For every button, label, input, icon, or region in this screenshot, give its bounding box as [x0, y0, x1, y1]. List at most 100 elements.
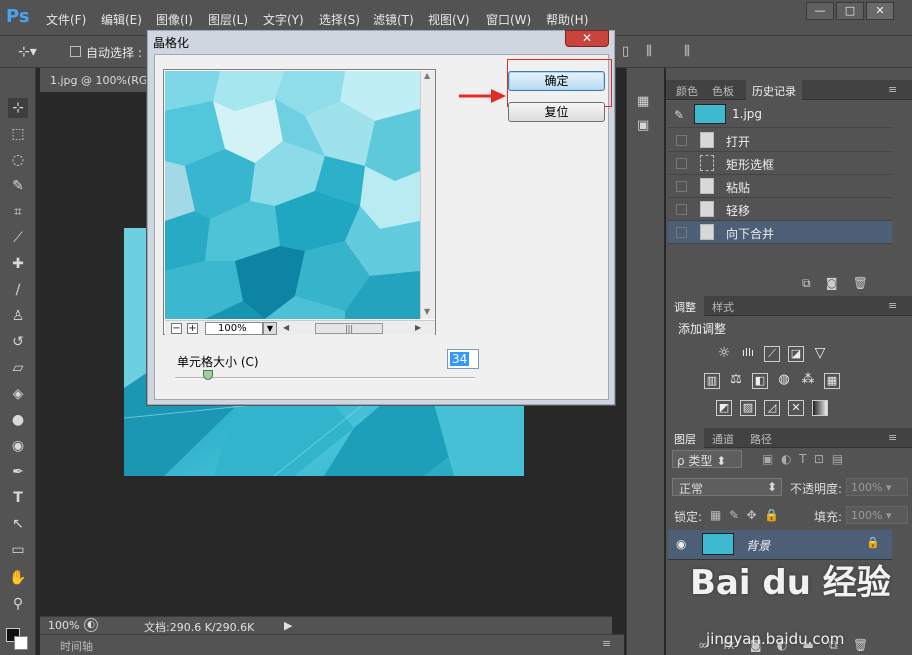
tab-color[interactable]: 颜色 — [676, 83, 698, 99]
type-tool-icon[interactable]: T — [8, 488, 28, 508]
history-brush-tool-icon[interactable]: ↺ — [8, 332, 28, 352]
color-balance-icon[interactable]: ⚖ — [728, 373, 744, 389]
eraser-tool-icon[interactable]: ▱ — [8, 358, 28, 378]
crop-tool-icon[interactable]: ⌗ — [8, 202, 28, 222]
new-document-icon[interactable]: ⧉ — [802, 276, 811, 290]
photo-filter-icon[interactable]: ◍ — [776, 373, 792, 389]
delete-layer-icon[interactable]: 🗑 — [853, 638, 868, 652]
layer-filter-icons[interactable]: ▣ ◐ T ⊡ ▤ — [762, 452, 843, 466]
stamp-tool-icon[interactable]: ♙ — [8, 306, 28, 326]
curves-icon[interactable]: ⟋ — [764, 346, 780, 362]
layer-filter-select[interactable]: ρ 类型 ⬍ — [672, 450, 742, 468]
blur-tool-icon[interactable]: ● — [8, 410, 28, 430]
color-lookup-icon[interactable]: ▦ — [824, 373, 840, 389]
menu-view[interactable]: 视图(V) — [428, 11, 470, 28]
tab-layers[interactable]: 图层 — [666, 428, 704, 448]
history-checkbox[interactable] — [676, 135, 687, 146]
hue-saturation-icon[interactable]: ▥ — [704, 373, 720, 389]
channel-mixer-icon[interactable]: ⁂ — [800, 373, 816, 389]
selective-color-icon[interactable]: ✕ — [788, 400, 804, 416]
distribute-icon[interactable]: ⫼ — [646, 44, 652, 59]
tab-history[interactable]: 历史记录 — [746, 80, 802, 100]
zoom-tool-icon[interactable]: ⚲ — [8, 594, 28, 614]
zoom-in-button[interactable]: + — [187, 323, 198, 334]
status-menu-arrow-icon[interactable]: ▶ — [284, 619, 292, 632]
menu-edit[interactable]: 编辑(E) — [101, 11, 142, 28]
document-tab[interactable]: 1.jpg @ 100%(RG — [40, 68, 150, 92]
brightness-icon[interactable]: ☼ — [716, 346, 732, 362]
tab-swatches[interactable]: 色板 — [712, 83, 734, 99]
auto-select-checkbox[interactable] — [70, 46, 81, 57]
snapshot-camera-icon[interactable]: ◙ — [826, 276, 838, 290]
horizontal-scroll-thumb[interactable]: ||| — [315, 323, 383, 334]
history-item-marquee[interactable]: 矩形选框 — [668, 152, 892, 175]
history-checkbox[interactable] — [676, 204, 687, 215]
scroll-up-icon[interactable]: ▲ — [424, 71, 430, 80]
align-icon[interactable]: ▯ — [622, 44, 629, 59]
scroll-left-icon[interactable]: ◀ — [283, 323, 289, 332]
trash-icon[interactable]: 🗑 — [853, 276, 868, 290]
ok-button[interactable]: 确定 — [508, 71, 605, 91]
history-menu-icon[interactable]: ≡ — [888, 83, 897, 96]
maximize-button[interactable]: □ — [836, 2, 864, 20]
exposure-icon[interactable]: ◪ — [788, 346, 804, 362]
layers-menu-icon[interactable]: ≡ — [888, 431, 897, 444]
history-item-nudge[interactable]: 轻移 — [668, 198, 892, 221]
tab-channels[interactable]: 通道 — [712, 431, 734, 447]
menu-help[interactable]: 帮助(H) — [546, 11, 588, 28]
lock-icons[interactable]: ▦ ✎ ✥ 🔒 — [710, 508, 779, 522]
eye-icon[interactable]: ◉ — [676, 537, 686, 551]
lasso-tool-icon[interactable]: ◌ — [8, 150, 28, 170]
close-button[interactable]: ✕ — [866, 2, 894, 20]
history-item-merge-down[interactable]: 向下合并 — [668, 221, 892, 244]
zoom-value[interactable]: 100% — [205, 322, 263, 335]
history-checkbox[interactable] — [676, 181, 687, 192]
menu-filter[interactable]: 滤镜(T) — [373, 11, 414, 28]
eyedropper-tool-icon[interactable]: ⟋ — [8, 228, 28, 248]
posterize-icon[interactable]: ▨ — [740, 400, 756, 416]
menu-select[interactable]: 选择(S) — [319, 11, 360, 28]
distribute-horizontal-icon[interactable]: ⫼ — [684, 44, 690, 59]
opacity-input[interactable]: 100% ▾ — [846, 478, 908, 496]
adjustments-menu-icon[interactable]: ≡ — [888, 299, 897, 312]
cell-size-slider-handle[interactable] — [203, 370, 213, 380]
menu-layer[interactable]: 图层(L) — [208, 11, 248, 28]
blend-mode-select[interactable]: 正常 ⬍ — [672, 478, 782, 496]
healing-tool-icon[interactable]: ✚ — [8, 254, 28, 274]
status-info-icon[interactable]: ◐ — [84, 618, 98, 632]
history-panel-icon[interactable]: ▦ — [637, 94, 649, 109]
menu-window[interactable]: 窗口(W) — [486, 11, 531, 28]
brush-tool-icon[interactable]: ∕ — [8, 280, 28, 300]
zoom-out-button[interactable]: − — [171, 323, 182, 334]
pen-tool-icon[interactable]: ✒ — [8, 462, 28, 482]
timeline-menu-icon[interactable]: ≡ — [602, 637, 611, 650]
dodge-tool-icon[interactable]: ◉ — [8, 436, 28, 456]
vibrance-icon[interactable]: ▽ — [812, 346, 828, 362]
menu-file[interactable]: 文件(F) — [46, 11, 86, 28]
black-white-icon[interactable]: ◧ — [752, 373, 768, 389]
status-zoom[interactable]: 100% — [48, 619, 79, 632]
history-snapshot[interactable]: ✎ 1.jpg — [668, 102, 892, 128]
scroll-down-icon[interactable]: ▼ — [424, 307, 430, 316]
timeline-tab[interactable]: 时间轴 — [60, 638, 93, 654]
bucket-tool-icon[interactable]: ◈ — [8, 384, 28, 404]
shape-tool-icon[interactable]: ▭ — [8, 540, 28, 560]
threshold-icon[interactable]: ◿ — [764, 400, 780, 416]
zoom-dropdown-icon[interactable]: ▼ — [263, 322, 277, 335]
history-checkbox[interactable] — [676, 227, 687, 238]
levels-icon[interactable]: ıllı — [740, 346, 756, 362]
menu-type[interactable]: 文字(Y) — [263, 11, 304, 28]
minimize-button[interactable]: — — [806, 2, 834, 20]
preview-vertical-scrollbar[interactable]: ▲ ▼ — [420, 71, 435, 319]
cell-size-input[interactable]: 34 — [447, 349, 479, 369]
preview-image[interactable] — [165, 71, 420, 319]
marquee-tool-icon[interactable]: ⬚ — [8, 124, 28, 144]
scroll-right-icon[interactable]: ▶ — [415, 323, 421, 332]
history-item-paste[interactable]: 粘贴 — [668, 175, 892, 198]
history-item-open[interactable]: 打开 — [668, 129, 892, 152]
tab-adjustments[interactable]: 调整 — [666, 296, 704, 316]
fill-input[interactable]: 100% ▾ — [846, 506, 908, 524]
dialog-close-button[interactable]: ✕ — [565, 30, 609, 47]
tab-styles[interactable]: 样式 — [712, 299, 734, 315]
history-checkbox[interactable] — [676, 158, 687, 169]
